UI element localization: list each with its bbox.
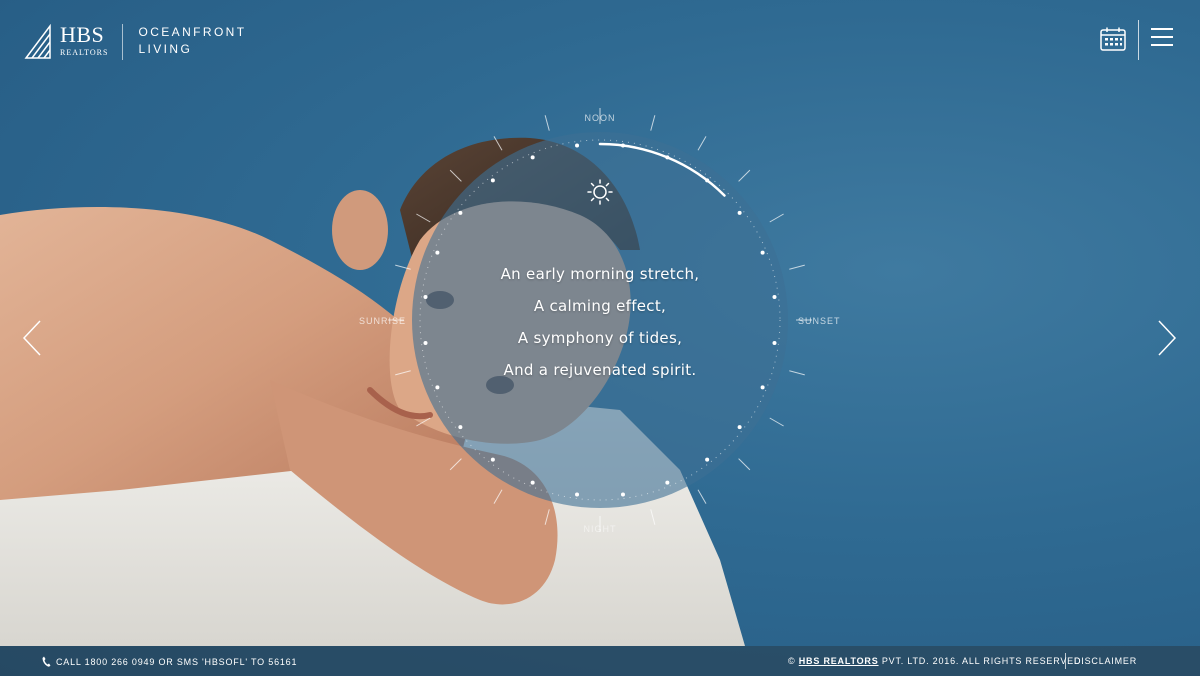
dial-tick (449, 458, 462, 471)
dial-dot (490, 457, 495, 462)
chevron-left-icon[interactable] (22, 320, 42, 356)
chevron-right-icon[interactable] (1157, 320, 1177, 356)
dial-tick (769, 417, 784, 427)
dial-dot (575, 143, 580, 148)
dial-tick (416, 213, 431, 223)
tagline-line: LIVING (138, 42, 193, 56)
dial-dot (435, 250, 440, 255)
footer-phone-text: CALL 1800 266 0949 OR SMS 'HBSOFL' TO 56… (56, 656, 298, 667)
dial-dot (490, 178, 495, 183)
dial-tick (650, 509, 656, 525)
dial-dot (575, 492, 580, 497)
dial-dot (737, 425, 742, 430)
hamburger-menu-icon[interactable] (1151, 28, 1173, 48)
dial-label-night: NIGHT (584, 524, 617, 534)
dial-label-sunset: SUNSET (798, 316, 841, 326)
footer-divider (1065, 653, 1066, 669)
dial-dot (760, 385, 765, 390)
poem-line: A symphony of tides, (517, 329, 683, 347)
tagline-line: OCEANFRONT (138, 25, 247, 39)
poem-text: An early morning stretch, A calming effe… (440, 258, 760, 386)
dial-dot (772, 295, 777, 300)
dial-dot (458, 210, 463, 215)
dial-dot (665, 480, 670, 485)
header-divider (1138, 20, 1139, 60)
dial-dot (760, 250, 765, 255)
dial-dot (705, 457, 710, 462)
sail-logo-icon (24, 24, 51, 59)
dial-dot (423, 295, 428, 300)
dial-tick (544, 115, 550, 131)
dial-dot (620, 492, 625, 497)
dial-tick (395, 264, 411, 270)
footer-contact: CALL 1800 266 0949 OR SMS 'HBSOFL' TO 56… (42, 656, 297, 667)
dial-tick (493, 489, 503, 504)
tagline: OCEANFRONT LIVING (138, 24, 246, 58)
dial-dot (620, 143, 625, 148)
dial-tick (738, 169, 751, 182)
site-footer: CALL 1800 266 0949 OR SMS 'HBSOFL' TO 56… (0, 646, 1200, 676)
dial-tick (449, 169, 462, 182)
poem-line: And a rejuvenated spirit. (503, 361, 697, 379)
poem-line: An early morning stretch, (500, 265, 700, 283)
calendar-icon[interactable] (1100, 27, 1126, 51)
dial-tick (544, 509, 550, 525)
footer-copyright: © HBS REALTORS PVT. LTD. 2016. ALL RIGHT… (788, 656, 1085, 666)
logo-wordmark: HBS (60, 22, 105, 47)
dial-dot (530, 480, 535, 485)
dial-dot (705, 178, 710, 183)
brand-logo[interactable]: HBS REALTORS OCEANFRONT LIVING (24, 24, 246, 60)
site-header: HBS REALTORS OCEANFRONT LIVING (0, 0, 1200, 90)
logo-subtext: REALTORS (60, 48, 109, 57)
dial-tick (650, 115, 656, 131)
dial-tick (493, 136, 503, 151)
dial-dot (458, 425, 463, 430)
logo-divider (122, 24, 124, 60)
dial-dot (530, 155, 535, 160)
dial-tick (697, 136, 707, 151)
dial-tick (416, 417, 431, 427)
dial-dot (665, 155, 670, 160)
dial-label-noon: NOON (585, 113, 616, 123)
dial-dot (737, 210, 742, 215)
dial-tick (738, 458, 751, 471)
disclaimer-link[interactable]: DISCLAIMER (1074, 656, 1137, 666)
dial-tick (789, 370, 805, 376)
dial-dot (772, 340, 777, 345)
dial-label-sunrise: SUNRISE (359, 316, 406, 326)
dial-tick (395, 370, 411, 376)
dial-dot (435, 385, 440, 390)
phone-icon (42, 656, 51, 667)
dial-tick (789, 264, 805, 270)
poem-line: A calming effect, (533, 297, 667, 315)
copyright-text: PVT. LTD. 2016. ALL RIGHTS RESERVED. (881, 656, 1085, 666)
copyright-symbol: © (788, 656, 796, 666)
dial-dot (423, 340, 428, 345)
dial-tick (697, 489, 707, 504)
footer-brand-link[interactable]: HBS REALTORS (799, 656, 879, 666)
dial-tick (769, 213, 784, 223)
